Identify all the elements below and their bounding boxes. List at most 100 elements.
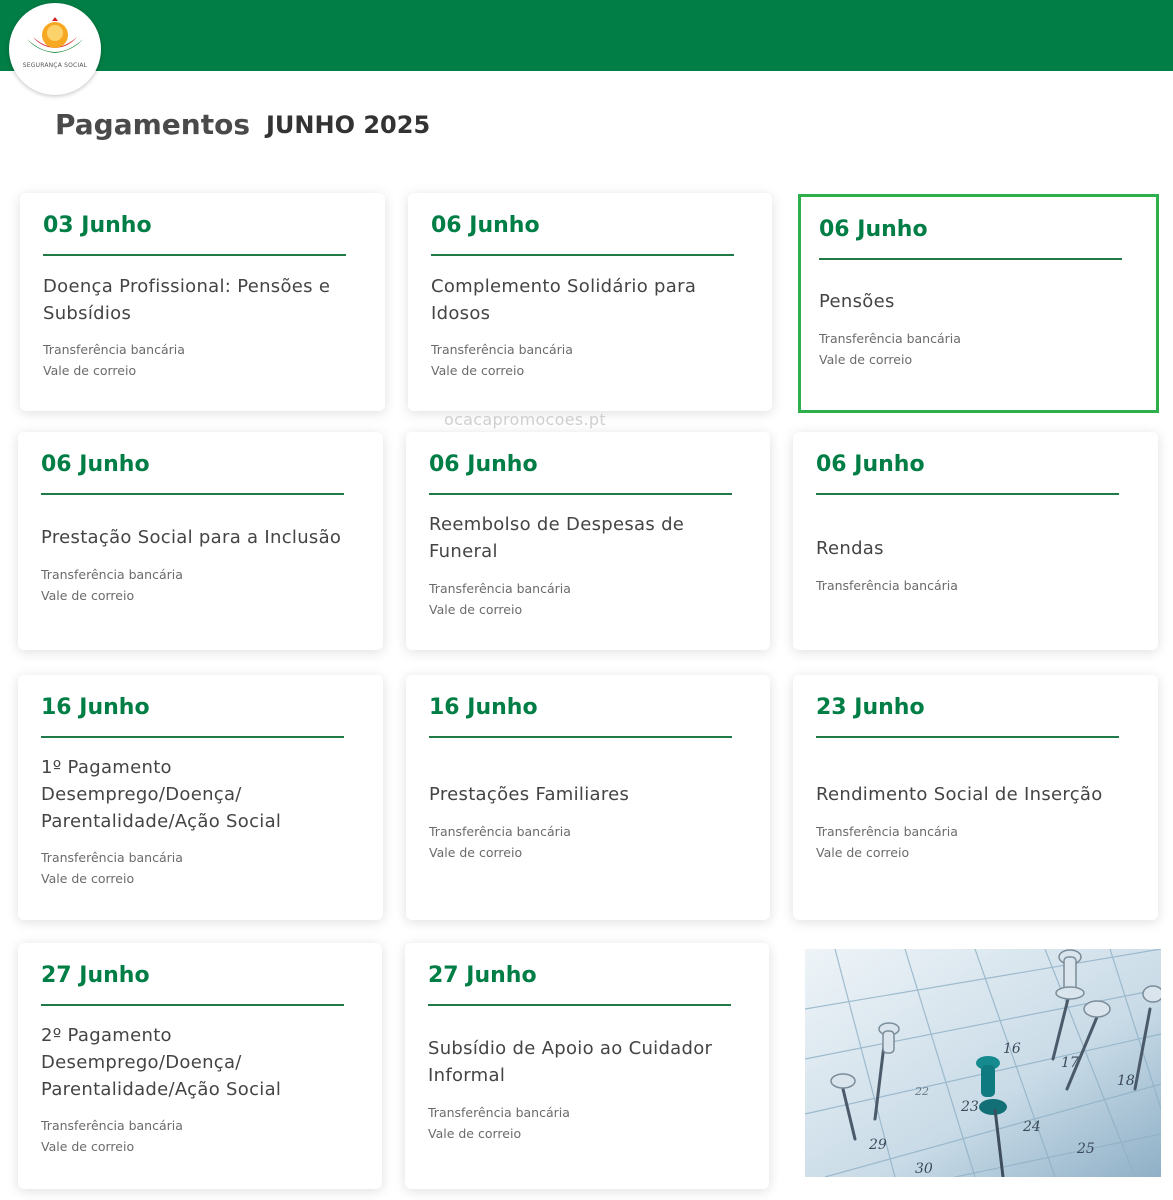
payment-title: Pensões <box>819 288 1139 315</box>
payment-date: 16 Junho <box>429 695 538 720</box>
payment-method: Transferência bancária <box>431 342 573 357</box>
payment-title-line: Doença Profissional: Pensões e <box>43 276 331 297</box>
payment-card[interactable]: 06 Junho Rendas Transferência bancária <box>793 432 1158 650</box>
calendar-day-label: 18 <box>1117 1073 1135 1089</box>
payment-date: 06 Junho <box>816 452 925 477</box>
payment-method: Vale de correio <box>41 588 135 603</box>
date-divider <box>43 254 346 256</box>
payment-title-line: Subsídio de Apoio ao Cuidador <box>428 1038 713 1059</box>
payment-methods: Transferência bancária Vale de correio <box>428 1102 570 1144</box>
payment-title: Prestações Familiares <box>429 781 749 808</box>
payment-method: Transferência bancária <box>428 1105 570 1120</box>
payment-title-line: Rendimento Social de Inserção <box>816 784 1103 805</box>
payment-methods: Transferência bancária Vale de correio <box>429 578 571 620</box>
date-divider <box>429 493 732 495</box>
watermark: ocacapromocoes.pt <box>444 410 606 429</box>
payment-method: Vale de correio <box>41 1139 135 1154</box>
payment-card[interactable]: 27 Junho Subsídio de Apoio ao Cuidador Inf… <box>405 943 769 1189</box>
payment-title: Complemento Solidário para Idosos <box>431 273 751 327</box>
payment-title-line: Informal <box>428 1065 506 1086</box>
date-divider <box>431 254 734 256</box>
payment-method: Vale de correio <box>429 602 523 617</box>
payment-title: Prestação Social para a Inclusão <box>41 524 361 551</box>
payment-title-line: Reembolso de Despesas de <box>429 514 685 535</box>
date-divider <box>41 493 344 495</box>
calendar-day-label: 24 <box>1022 1119 1041 1135</box>
payment-title-line: Parentalidade/Ação Social <box>41 1079 282 1100</box>
payment-title-line: Complemento Solidário para <box>431 276 697 297</box>
date-divider <box>816 493 1119 495</box>
payment-method: Vale de correio <box>429 845 523 860</box>
payment-card[interactable]: 06 Junho Prestação Social para a Inclusão… <box>18 432 383 650</box>
top-bar <box>0 0 1173 71</box>
payment-date: 27 Junho <box>428 963 537 988</box>
payment-methods: Transferência bancária Vale de correio <box>431 339 573 381</box>
payment-methods: Transferência bancária Vale de correio <box>816 821 958 863</box>
page-month: JUNHO 2025 <box>266 111 431 139</box>
payment-methods: Transferência bancária Vale de correio <box>43 339 185 381</box>
payment-methods: Transferência bancária Vale de correio <box>41 564 183 606</box>
payment-date: 06 Junho <box>819 217 928 242</box>
payment-methods: Transferência bancária Vale de correio <box>429 821 571 863</box>
payment-method: Transferência bancária <box>41 567 183 582</box>
payment-method: Transferência bancária <box>429 581 571 596</box>
logo-emblem-icon <box>27 17 83 53</box>
payment-title-line: Prestação Social para a Inclusão <box>41 527 342 548</box>
payment-method: Transferência bancária <box>429 824 571 839</box>
payment-title: Doença Profissional: Pensões e Subsídios <box>43 273 363 327</box>
payment-methods: Transferência bancária <box>816 575 958 596</box>
payment-method: Vale de correio <box>431 363 525 378</box>
payment-method: Transferência bancária <box>819 331 961 346</box>
payment-method: Transferência bancária <box>816 578 958 593</box>
page-title: Pagamentos <box>55 108 250 141</box>
payment-card[interactable]: 16 Junho Prestações Familiares Transferênc… <box>406 675 770 920</box>
payment-date: 06 Junho <box>41 452 150 477</box>
payment-card[interactable]: 06 Junho Reembolso de Despesas de Funeral T… <box>406 432 770 650</box>
payment-method: Transferência bancária <box>41 850 183 865</box>
date-divider <box>819 258 1122 260</box>
calendar-pins-photo: 16 17 18 22 23 24 25 29 30 <box>805 949 1161 1177</box>
payment-method: Vale de correio <box>41 871 135 886</box>
date-divider <box>429 736 732 738</box>
payment-method: Vale de correio <box>43 363 137 378</box>
payment-card[interactable]: 27 Junho 2º Pagamento Desemprego/Doença/Pa… <box>18 943 382 1189</box>
calendar-day-label: 16 <box>1003 1041 1021 1057</box>
payment-title-line: Desemprego/Doença/ <box>41 1052 242 1073</box>
payment-methods: Transferência bancária Vale de correio <box>41 1115 183 1157</box>
payment-date: 27 Junho <box>41 963 150 988</box>
payment-title-line: 2º Pagamento <box>41 1025 172 1046</box>
date-divider <box>428 1004 731 1006</box>
payment-method: Vale de correio <box>819 352 913 367</box>
payment-method: Transferência bancária <box>816 824 958 839</box>
date-divider <box>816 736 1119 738</box>
payment-title: 2º Pagamento Desemprego/Doença/Parentalid… <box>41 1022 361 1103</box>
seguranca-social-logo[interactable]: SEGURANÇA SOCIAL <box>9 3 101 95</box>
payment-title: 1º Pagamento Desemprego/Doença/Parentalid… <box>41 754 361 835</box>
payment-title-line: Funeral <box>429 541 498 562</box>
payment-date: 03 Junho <box>43 213 152 238</box>
payment-title-line: Rendas <box>816 538 884 559</box>
calendar-day-label: 25 <box>1076 1141 1095 1157</box>
logo-text: SEGURANÇA SOCIAL <box>22 62 88 69</box>
payment-card[interactable]: 06 Junho Complemento Solidário para Idosos… <box>408 193 772 411</box>
date-divider <box>41 736 344 738</box>
payment-date: 06 Junho <box>429 452 538 477</box>
payment-card[interactable]: 03 Junho Doença Profissional: Pensões e Su… <box>20 193 385 411</box>
payment-methods: Transferência bancária Vale de correio <box>819 328 961 370</box>
payment-title-line: Idosos <box>431 303 491 324</box>
payment-method: Transferência bancária <box>43 342 185 357</box>
payment-title: Rendimento Social de Inserção <box>816 781 1136 808</box>
calendar-day-label: 30 <box>915 1161 933 1177</box>
payment-card[interactable]: 16 Junho 1º Pagamento Desemprego/Doença/Pa… <box>18 675 383 920</box>
payment-method: Vale de correio <box>428 1126 522 1141</box>
payment-date: 23 Junho <box>816 695 925 720</box>
payment-date: 06 Junho <box>431 213 540 238</box>
payment-card[interactable]: 23 Junho Rendimento Social de Inserção Tra… <box>793 675 1158 920</box>
payment-title-line: Pensões <box>819 291 895 312</box>
payment-card[interactable]: 06 Junho Pensões Transferência bancária Val… <box>798 194 1159 413</box>
payment-title-line: Subsídios <box>43 303 132 324</box>
payment-method: Vale de correio <box>816 845 910 860</box>
date-divider <box>41 1004 344 1006</box>
payment-title-line: Desemprego/Doença/ <box>41 784 242 805</box>
payment-methods: Transferência bancária Vale de correio <box>41 847 183 889</box>
